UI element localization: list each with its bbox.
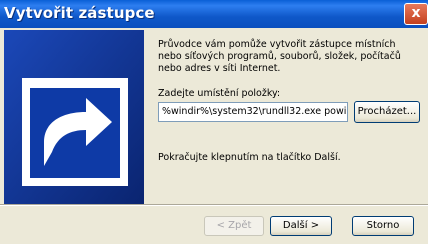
cancel-button[interactable]: Storno: [352, 216, 414, 236]
intro-text: Průvodce vám pomůže vytvořit zástupce mí…: [158, 39, 401, 74]
close-icon[interactable]: x: [404, 3, 428, 25]
footer-divider: [0, 204, 428, 206]
next-button[interactable]: Další >: [270, 216, 332, 236]
location-input[interactable]: %windir%\system32\rundll32.exe powi: [158, 102, 348, 122]
title-bar[interactable]: Vytvořit zástupce x: [0, 0, 428, 28]
browse-button[interactable]: Procházet...: [354, 101, 420, 123]
wizard-art-panel: [4, 30, 144, 204]
window-title: Vytvořit zástupce: [4, 4, 155, 22]
continue-instruction: Pokračujte klepnutím na tlačítko Další.: [158, 152, 341, 163]
location-label: Zadejte umístění položky:: [158, 88, 281, 99]
back-button[interactable]: < Zpět: [204, 216, 264, 236]
shortcut-arrow-icon: [4, 30, 144, 204]
